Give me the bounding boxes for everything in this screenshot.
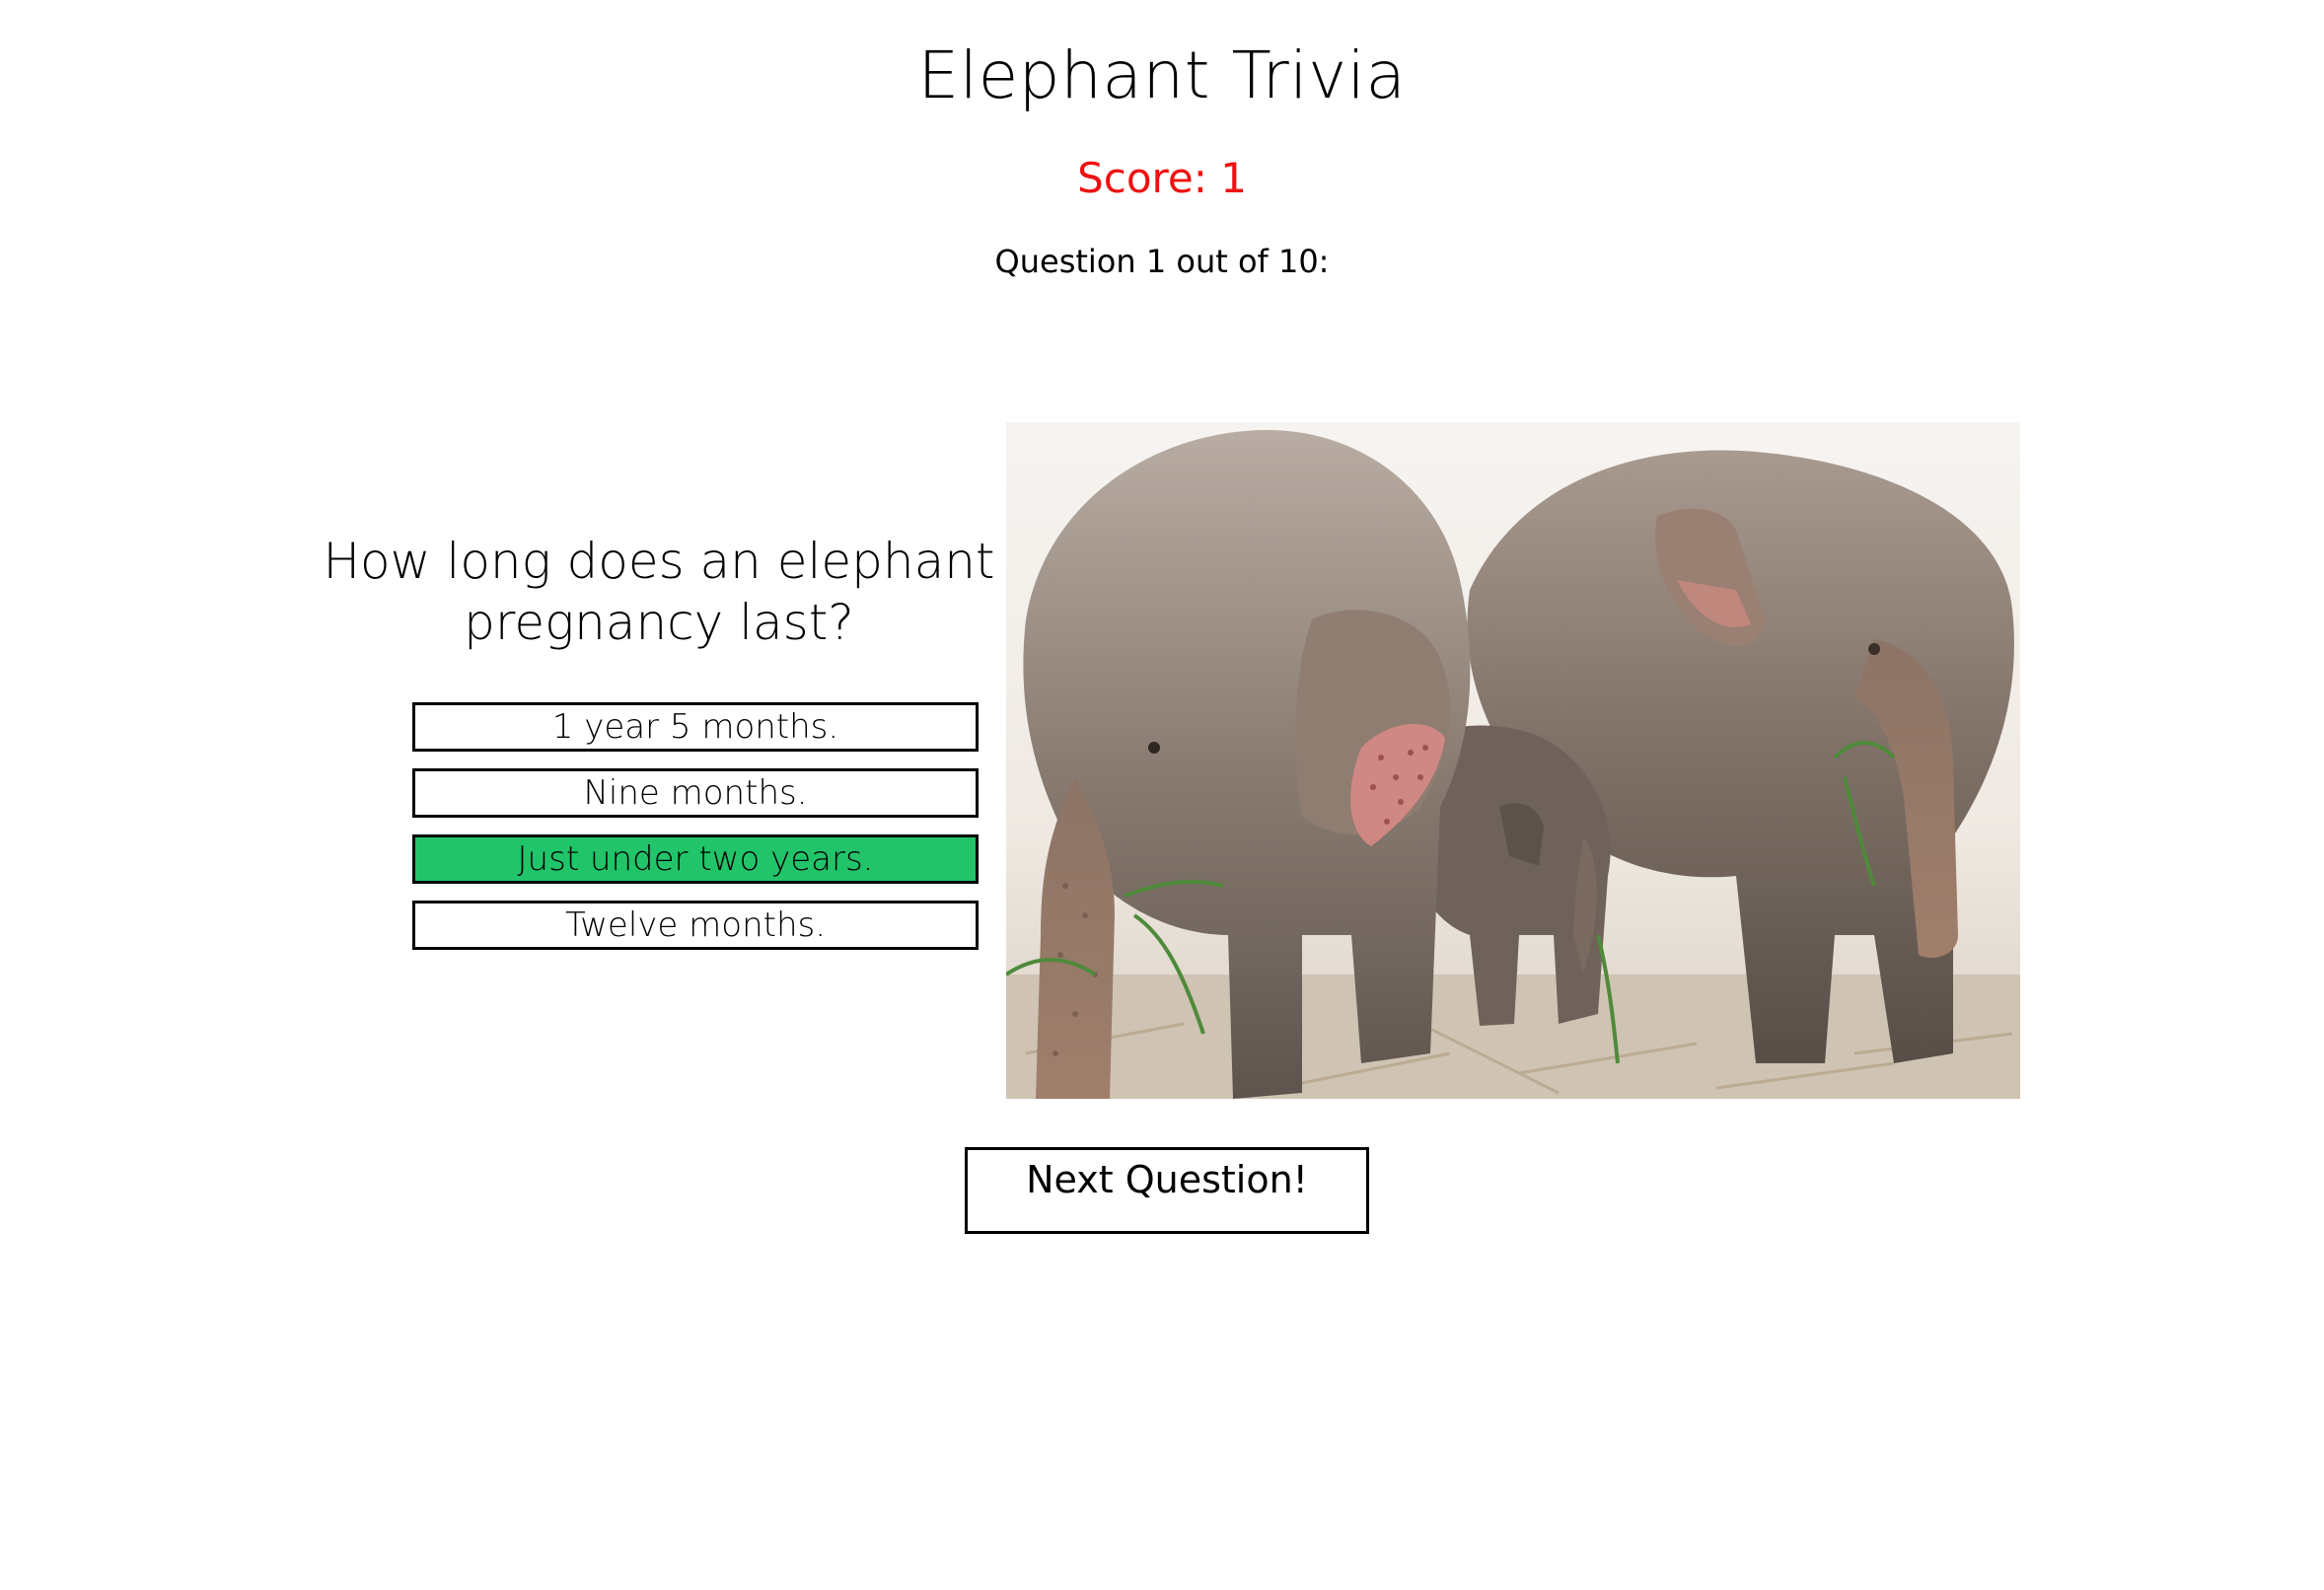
answer-option-3-correct[interactable]: Just under two years.	[412, 834, 979, 884]
answer-option-4[interactable]: Twelve months.	[412, 901, 979, 950]
page-title: Elephant Trivia	[917, 37, 1407, 113]
answer-option-2[interactable]: Nine months.	[412, 768, 979, 818]
score-display: Score: 1	[1077, 154, 1247, 202]
elephant-family-photo	[1006, 422, 2020, 1099]
question-text: How long does an elephant pregnancy last…	[323, 533, 995, 651]
answer-option-1[interactable]: 1 year 5 months.	[412, 702, 979, 752]
answer-list: 1 year 5 months. Nine months. Just under…	[412, 702, 979, 967]
question-counter: Question 1 out of 10:	[994, 243, 1330, 280]
next-question-button[interactable]: Next Question!	[965, 1147, 1369, 1234]
